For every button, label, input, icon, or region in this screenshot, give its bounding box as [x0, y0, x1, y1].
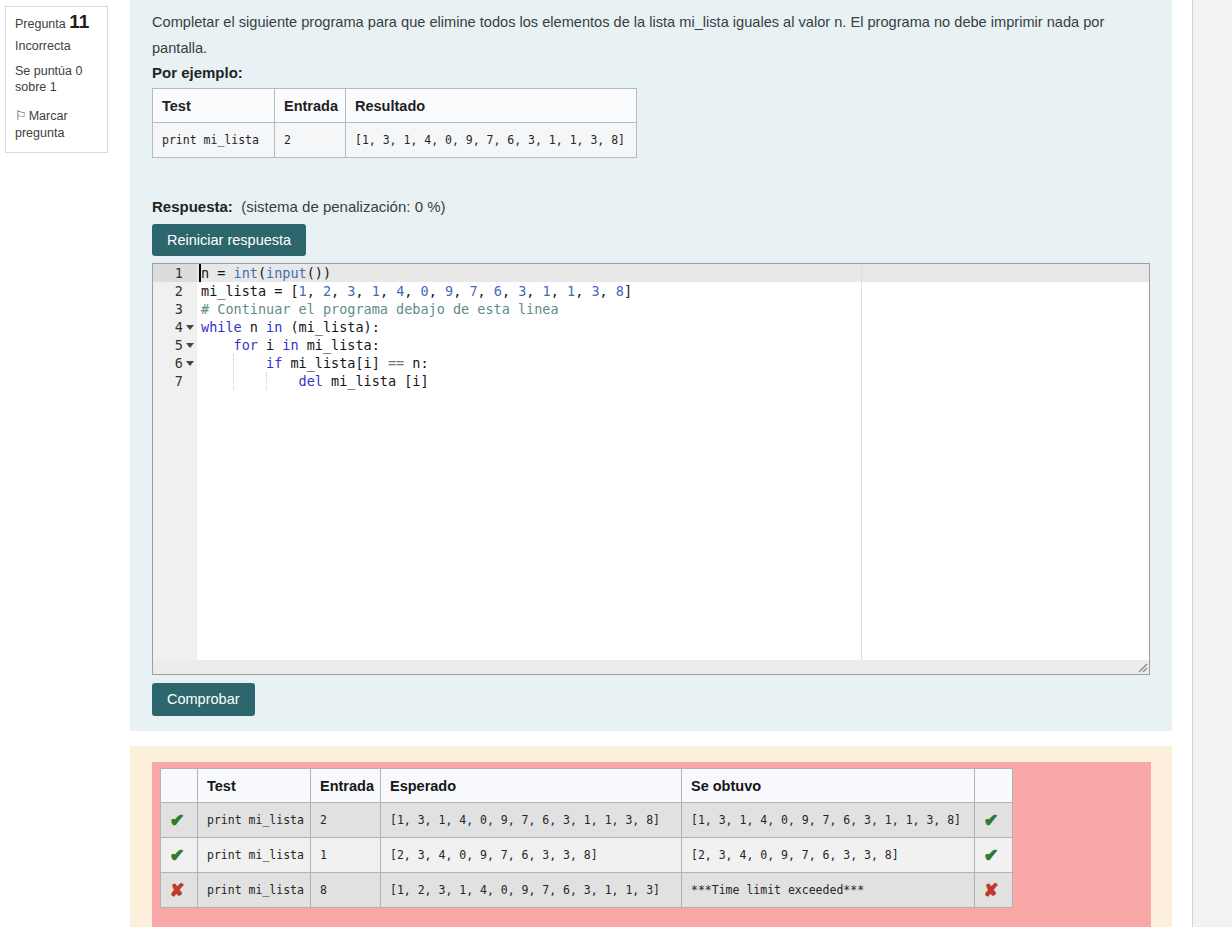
- outcome-region: Test Entrada Esperado Se obtuvo ✔ print …: [130, 746, 1172, 927]
- result-test: print mi_lista: [198, 803, 311, 838]
- test-results-box: Test Entrada Esperado Se obtuvo ✔ print …: [152, 762, 1151, 927]
- result-se-obtuvo: [1, 3, 1, 4, 0, 9, 7, 6, 3, 1, 1, 3, 8]: [682, 803, 975, 838]
- check-button[interactable]: Comprobar: [152, 683, 255, 716]
- code-line: mi_lista = [1, 2, 3, 1, 4, 0, 9, 7, 6, 3…: [197, 282, 1149, 300]
- result-entrada: 2: [311, 803, 381, 838]
- pass-icon: ✔: [170, 811, 184, 830]
- result-row: ✔ print mi_lista 1 [2, 3, 4, 0, 9, 7, 6,…: [161, 838, 1013, 873]
- pass-icon: ✔: [170, 846, 184, 865]
- code-line: del mi_lista [i]: [197, 372, 1149, 390]
- result-entrada: 8: [311, 873, 381, 908]
- question-state: Incorrecta: [15, 38, 98, 54]
- line-number: 2: [153, 282, 197, 300]
- example-entrada: 2: [275, 123, 346, 158]
- example-header-entrada: Entrada: [275, 89, 346, 123]
- flag-icon: ⚐: [15, 108, 27, 123]
- question-number: Pregunta 11: [15, 11, 98, 35]
- results-header-esperado: Esperado: [381, 769, 682, 803]
- question-text: Completar el siguiente programa para que…: [152, 9, 1150, 61]
- question-number-value: 11: [69, 11, 89, 32]
- result-se-obtuvo: [2, 3, 4, 0, 9, 7, 6, 3, 3, 8]: [682, 838, 975, 873]
- results-header-test: Test: [198, 769, 311, 803]
- results-table: Test Entrada Esperado Se obtuvo ✔ print …: [160, 768, 1013, 908]
- code-line: # Continuar el programa debajo de esta l…: [197, 300, 1149, 318]
- result-esperado: [2, 3, 4, 0, 9, 7, 6, 3, 3, 8]: [381, 838, 682, 873]
- code-editor[interactable]: n = int(input()) mi_lista = [1, 2, 3, 1,…: [152, 263, 1150, 675]
- editor-bottom-bar: [153, 660, 1149, 674]
- example-header-resultado: Resultado: [346, 89, 637, 123]
- code-line: n = int(input()): [197, 264, 1149, 282]
- result-test: print mi_lista: [198, 838, 311, 873]
- text-cursor: [199, 264, 201, 282]
- result-row: ✘ print mi_lista 8 [1, 2, 3, 1, 4, 0, 9,…: [161, 873, 1013, 908]
- fold-icon[interactable]: [186, 343, 194, 348]
- result-se-obtuvo: ***Time limit exceeded***: [682, 873, 975, 908]
- question-grade: Se puntúa 0 sobre 1: [15, 63, 98, 95]
- question-label: Pregunta: [15, 17, 66, 31]
- example-row: print mi_lista 2 [1, 3, 1, 4, 0, 9, 7, 6…: [153, 123, 637, 158]
- results-header-empty: [975, 769, 1013, 803]
- line-number: 3: [153, 300, 197, 318]
- results-header-entrada: Entrada: [311, 769, 381, 803]
- line-number: 6: [153, 354, 197, 372]
- editor-gutter: 1 2 3 4 5 6 7: [153, 264, 197, 660]
- pass-icon: ✔: [984, 846, 998, 865]
- page: Pregunta 11 Incorrecta Se puntúa 0 sobre…: [0, 0, 1232, 927]
- result-entrada: 1: [311, 838, 381, 873]
- result-esperado: [1, 3, 1, 4, 0, 9, 7, 6, 3, 1, 1, 3, 8]: [381, 803, 682, 838]
- code-area[interactable]: n = int(input()) mi_lista = [1, 2, 3, 1,…: [197, 264, 1149, 660]
- results-header-se-obtuvo: Se obtuvo: [682, 769, 975, 803]
- results-header-empty: [161, 769, 198, 803]
- example-header-test: Test: [153, 89, 275, 123]
- fold-icon[interactable]: [186, 361, 194, 366]
- example-test: print mi_lista: [153, 123, 275, 158]
- example-table: Test Entrada Resultado print mi_lista 2 …: [152, 88, 637, 158]
- line-number: 4: [153, 318, 197, 336]
- question-info-panel: Pregunta 11 Incorrecta Se puntúa 0 sobre…: [5, 6, 108, 153]
- resize-grip-icon[interactable]: [1136, 661, 1148, 673]
- reset-answer-button[interactable]: Reiniciar respuesta: [152, 224, 306, 256]
- pass-icon: ✔: [984, 811, 998, 830]
- question-formulation: Completar el siguiente programa para que…: [130, 0, 1172, 731]
- line-number: 5: [153, 336, 197, 354]
- code-line: for i in mi_lista:: [197, 336, 1149, 354]
- result-row: ✔ print mi_lista 2 [1, 3, 1, 4, 0, 9, 7,…: [161, 803, 1013, 838]
- result-test: print mi_lista: [198, 873, 311, 908]
- fold-icon[interactable]: [186, 325, 194, 330]
- code-line: if mi_lista[i] == n:: [197, 354, 1149, 372]
- answer-label: Respuesta:: [152, 198, 233, 215]
- example-resultado: [1, 3, 1, 4, 0, 9, 7, 6, 3, 1, 1, 3, 8]: [346, 123, 637, 158]
- flag-question-link[interactable]: ⚐Marcar pregunta: [15, 107, 98, 142]
- example-label: Por ejemplo:: [152, 61, 1150, 85]
- right-rail: [1192, 0, 1232, 927]
- ace-editor[interactable]: n = int(input()) mi_lista = [1, 2, 3, 1,…: [153, 264, 1149, 660]
- fail-icon: ✘: [170, 881, 184, 900]
- answer-line: Respuesta: (sistema de penalización: 0 %…: [152, 194, 1150, 220]
- result-esperado: [1, 2, 3, 1, 4, 0, 9, 7, 6, 3, 1, 1, 3]: [381, 873, 682, 908]
- line-number: 7: [153, 372, 197, 390]
- penalty-note: (sistema de penalización: 0 %): [241, 198, 445, 215]
- fail-icon: ✘: [984, 881, 998, 900]
- code-line: while n in (mi_lista):: [197, 318, 1149, 336]
- line-number: 1: [153, 264, 197, 282]
